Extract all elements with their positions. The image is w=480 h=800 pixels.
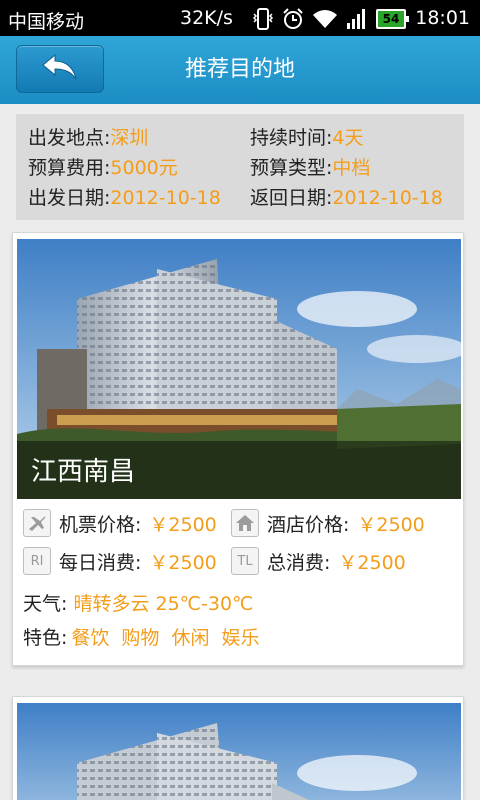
wifi-icon xyxy=(312,8,338,30)
total-cost: TL 总消费: ￥2500 xyxy=(231,547,406,575)
duration-value: 4天 xyxy=(332,127,364,149)
back-arrow-icon xyxy=(39,51,81,87)
carrier-name: 中国移动 xyxy=(8,11,85,33)
destination-photo: 江西南昌 xyxy=(17,239,461,499)
departure-place-label: 出发地点: xyxy=(28,127,111,149)
caption-bar: 江西南昌 xyxy=(17,441,461,499)
departure-date-value: 2012-10-18 xyxy=(110,187,221,209)
total-cost-value: ￥2500 xyxy=(338,551,406,574)
battery-icon: 54 xyxy=(376,9,409,29)
vibrate-icon xyxy=(252,7,274,31)
back-button[interactable] xyxy=(16,45,104,93)
signal-icon xyxy=(346,8,368,30)
destination-photo xyxy=(17,703,461,800)
budget-cost-value: 5000元 xyxy=(110,157,178,179)
daily-cost-label: 每日消费: xyxy=(59,551,142,574)
feature-tag[interactable]: 休闲 xyxy=(171,627,209,649)
total-cost-label: 总消费: xyxy=(267,551,331,574)
price-row: 机票价格: ￥2500 酒店价格: ￥2500 xyxy=(23,509,453,539)
budget-type: 预算类型:中档 xyxy=(250,154,370,182)
hotel-price: 酒店价格: ￥2500 xyxy=(231,509,425,537)
info-row: 预算费用:5000元 预算类型:中档 xyxy=(28,154,452,184)
alarm-icon xyxy=(282,8,304,30)
city-name: 江西南昌 xyxy=(31,457,136,487)
destination-card[interactable]: 江西南昌 机票价格: ￥2500 酒店价格: ￥2500 RI 每日消费: ￥2… xyxy=(12,232,464,666)
info-row: 出发地点:深圳 持续时间:4天 xyxy=(28,124,452,154)
duration-label: 持续时间: xyxy=(250,127,333,149)
features-row: 特色: 餐饮 购物 休闲 娱乐 xyxy=(23,623,271,650)
clock: 18:01 xyxy=(415,7,470,29)
airplane-icon xyxy=(23,509,51,537)
features-label: 特色: xyxy=(23,627,68,649)
flight-price: 机票价格: ￥2500 xyxy=(23,509,217,537)
budget-cost: 预算费用:5000元 xyxy=(28,154,178,182)
network-speed: 32K/s xyxy=(180,7,233,29)
house-icon xyxy=(231,509,259,537)
weather-label: 天气: xyxy=(23,593,68,615)
info-row: 出发日期:2012-10-18 返回日期:2012-10-18 xyxy=(28,184,452,214)
flight-price-label: 机票价格: xyxy=(59,513,142,536)
hotel-price-label: 酒店价格: xyxy=(267,513,350,536)
cost-row: RI 每日消费: ￥2500 TL 总消费: ￥2500 xyxy=(23,547,453,577)
trip-info-panel: 出发地点:深圳 持续时间:4天 预算费用:5000元 预算类型:中档 出发日期:… xyxy=(16,114,464,220)
flight-price-value: ￥2500 xyxy=(149,513,217,536)
departure-place: 出发地点:深圳 xyxy=(28,124,148,152)
weather-value: 晴转多云 25℃-30℃ xyxy=(73,593,254,615)
budget-type-value: 中档 xyxy=(332,157,371,179)
daily-cost: RI 每日消费: ￥2500 xyxy=(23,547,217,575)
budget-type-label: 预算类型: xyxy=(250,157,333,179)
feature-tag[interactable]: 娱乐 xyxy=(221,627,259,649)
title-bar: 推荐目的地 xyxy=(0,36,480,104)
ri-icon: RI xyxy=(23,547,51,575)
daily-cost-value: ￥2500 xyxy=(149,551,217,574)
departure-date-label: 出发日期: xyxy=(28,187,111,209)
departure-place-value: 深圳 xyxy=(110,127,149,149)
hotel-price-value: ￥2500 xyxy=(357,513,425,536)
return-date-value: 2012-10-18 xyxy=(332,187,443,209)
departure-date: 出发日期:2012-10-18 xyxy=(28,184,221,212)
budget-cost-label: 预算费用: xyxy=(28,157,111,179)
duration: 持续时间:4天 xyxy=(250,124,364,152)
return-date: 返回日期:2012-10-18 xyxy=(250,184,443,212)
feature-tag[interactable]: 餐饮 xyxy=(71,627,109,649)
status-bar: 中国移动 32K/s 54 18:01 xyxy=(0,0,480,36)
destination-card[interactable] xyxy=(12,696,464,800)
status-icons: 54 xyxy=(252,6,409,32)
return-date-label: 返回日期: xyxy=(250,187,333,209)
feature-tag[interactable]: 购物 xyxy=(121,627,159,649)
weather-row: 天气: 晴转多云 25℃-30℃ xyxy=(23,589,253,616)
tl-icon: TL xyxy=(231,547,259,575)
